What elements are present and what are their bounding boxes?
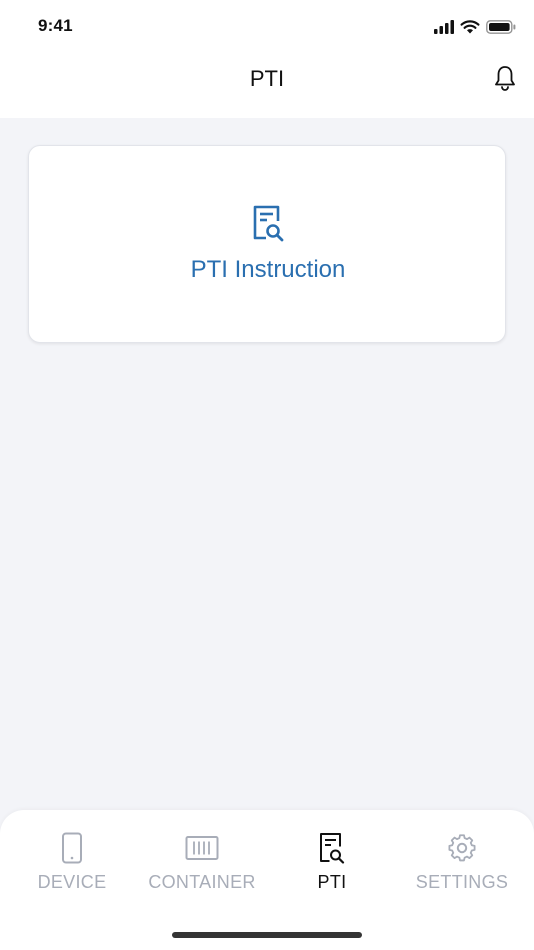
tab-label: CONTAINER xyxy=(148,872,256,892)
tab-label: PTI xyxy=(317,872,347,892)
main-content: PTI Instruction xyxy=(0,118,534,810)
status-bar: 9:41 xyxy=(0,0,534,52)
tab-pti[interactable]: PTI xyxy=(267,832,397,902)
tab-container[interactable]: CONTAINER xyxy=(137,832,267,902)
tab-label: DEVICE xyxy=(37,872,107,892)
card-label: PTI Instruction xyxy=(190,256,346,283)
bell-icon[interactable] xyxy=(494,65,516,91)
pti-instruction-card[interactable]: PTI Instruction xyxy=(28,145,506,343)
tab-label: SETTINGS xyxy=(415,872,509,892)
document-search-icon xyxy=(320,833,345,864)
navigation-bar: PTI xyxy=(0,52,534,118)
status-icons xyxy=(434,18,516,36)
phone-icon xyxy=(62,832,82,864)
page-title: PTI xyxy=(249,66,285,91)
tab-bar: DEVICE CONTAINER PTI SETTINGS xyxy=(0,810,534,950)
cellular-signal-icon xyxy=(434,20,454,34)
status-time: 9:41 xyxy=(38,16,73,35)
battery-icon xyxy=(486,20,516,34)
home-indicator xyxy=(172,932,362,938)
gear-icon xyxy=(448,834,476,862)
tab-settings[interactable]: SETTINGS xyxy=(397,832,527,902)
document-search-icon xyxy=(253,205,284,242)
container-icon xyxy=(185,836,219,860)
wifi-icon xyxy=(460,20,480,34)
tab-device[interactable]: DEVICE xyxy=(7,832,137,902)
